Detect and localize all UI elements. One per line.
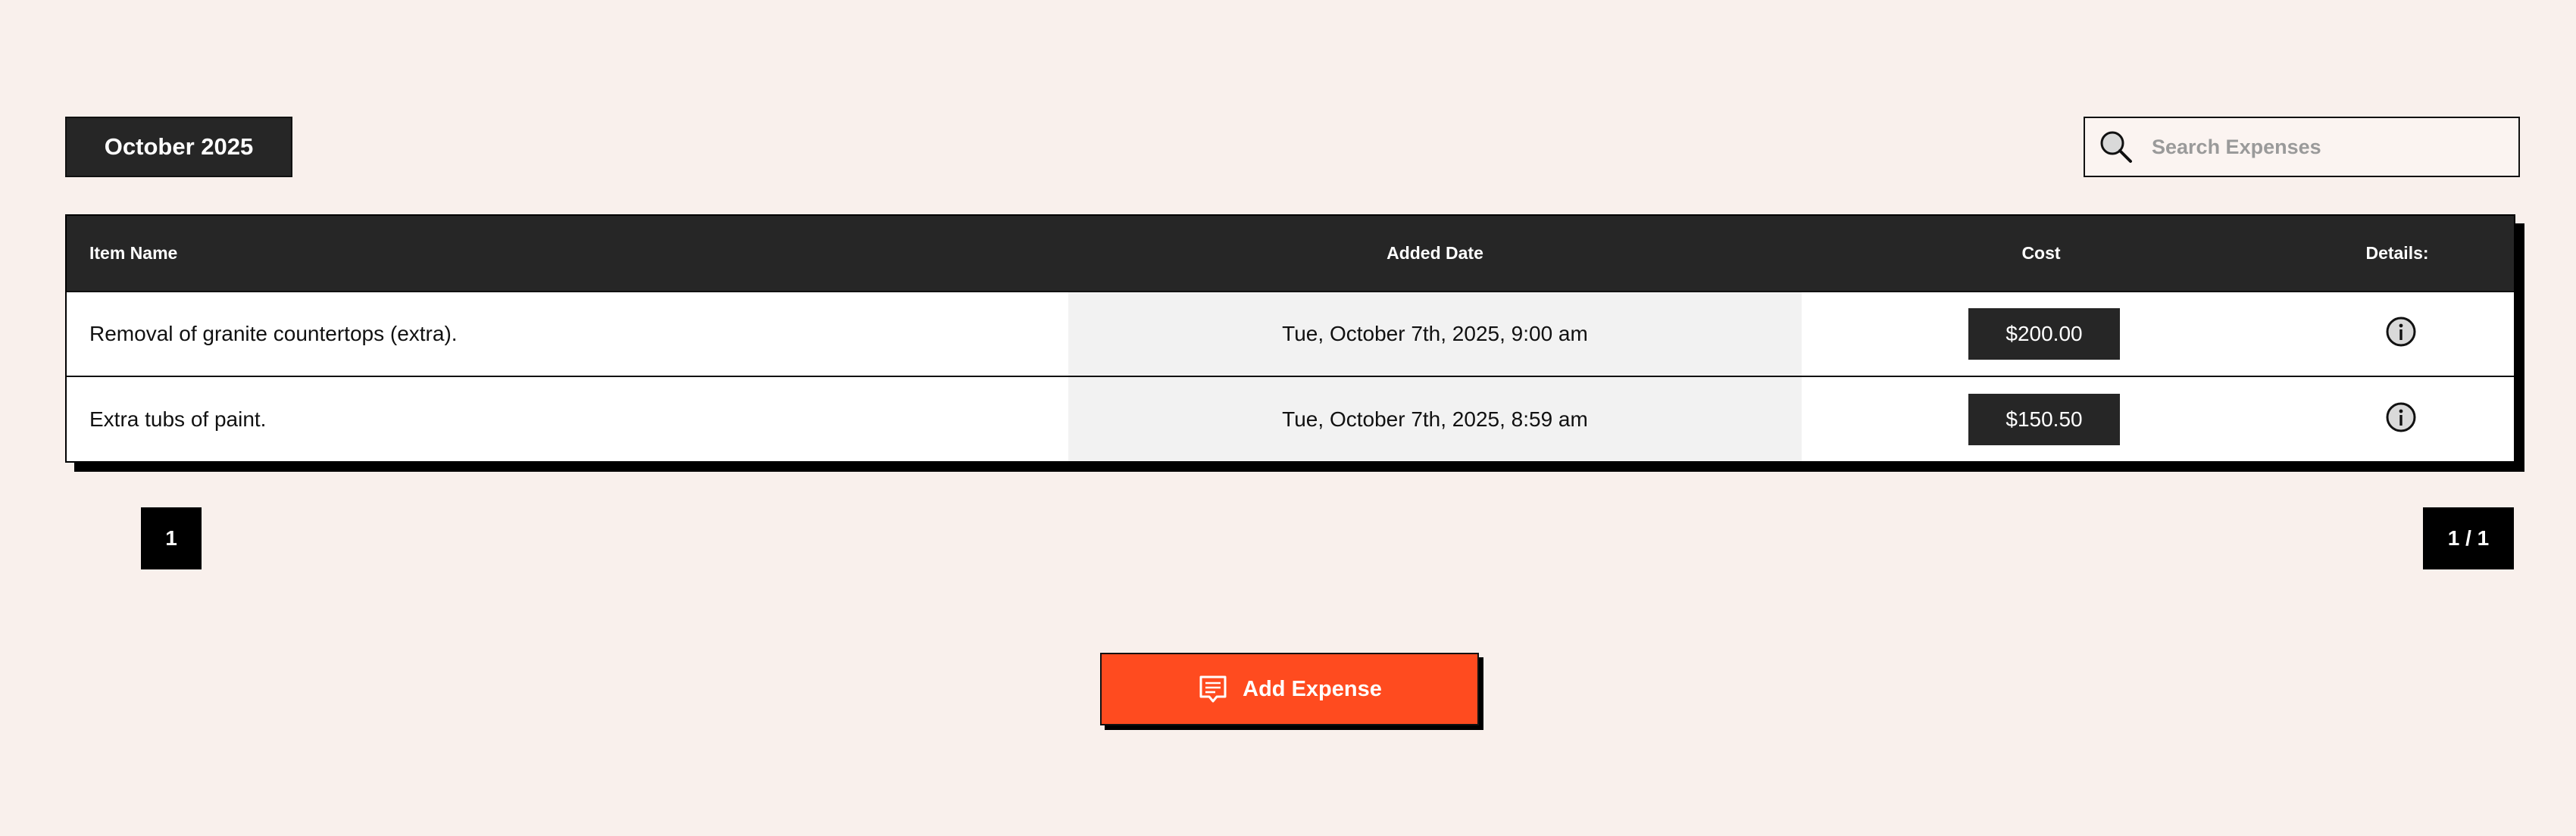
column-header-added-date: Added Date [1386,243,1483,263]
page-count-indicator: 1 / 1 [2423,507,2514,569]
column-header-cost: Cost [2021,243,2061,263]
info-icon[interactable] [2384,400,2418,435]
cost-badge: $150.50 [1968,393,2120,445]
add-expense-button[interactable]: Add Expense [1100,653,1479,725]
cost-cell: $150.50 [1802,376,2281,461]
search-input[interactable] [2150,134,2502,160]
column-header-item-name: Item Name [89,243,178,263]
details-cell [2281,376,2514,461]
column-header-details: Details: [2365,243,2429,263]
cost-badge: $200.00 [1968,308,2120,360]
table-row: Removal of granite countertops (extra). … [67,292,2514,376]
search-icon [2096,126,2137,167]
added-date: Tue, October 7th, 2025, 8:59 am [1068,376,1802,461]
table-header-row: Item Name Added Date Cost Details: [67,216,2514,292]
added-date: Tue, October 7th, 2025, 9:00 am [1068,292,1802,376]
item-name: Extra tubs of paint. [89,407,267,431]
page-button-1[interactable]: 1 [141,507,202,569]
item-name: Removal of granite countertops (extra). [89,322,458,345]
details-cell [2281,292,2514,376]
info-icon[interactable] [2384,314,2418,349]
add-expense-label: Add Expense [1243,676,1382,701]
month-badge: October 2025 [65,117,292,177]
cost-cell: $200.00 [1802,292,2281,376]
expenses-table: Item Name Added Date Cost Details: Remov… [65,214,2515,463]
search-box[interactable] [2084,117,2520,177]
table-row: Extra tubs of paint. Tue, October 7th, 2… [67,376,2514,461]
receipt-icon [1197,673,1229,705]
